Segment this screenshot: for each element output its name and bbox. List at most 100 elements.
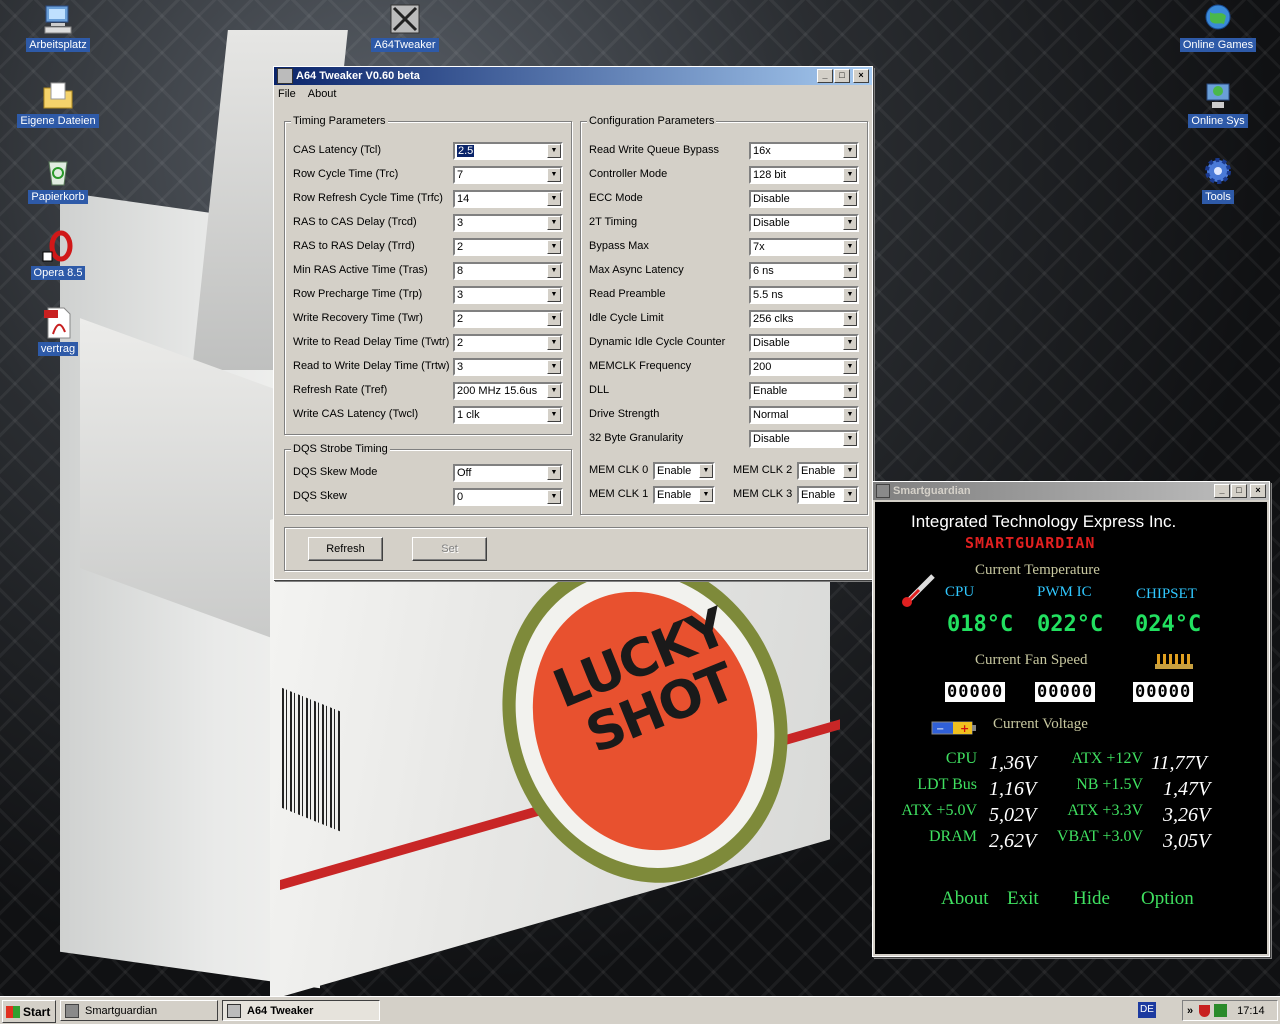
memclk-select[interactable]: Enable ▼ — [653, 462, 715, 480]
chevron-down-icon[interactable]: ▼ — [843, 240, 857, 254]
tray-app-icon[interactable] — [1214, 1004, 1228, 1017]
chevron-down-icon[interactable]: ▼ — [547, 360, 561, 374]
timing-select[interactable]: 2 ▼ — [453, 310, 563, 328]
desktop-icon-online-games[interactable]: Online Games — [1173, 2, 1263, 52]
smartguardian-titlebar[interactable]: Smartguardian _ □ × — [873, 482, 1269, 500]
memclk-select[interactable]: Enable ▼ — [797, 486, 859, 504]
voltage-label: LDT Bus — [917, 776, 977, 793]
chevron-down-icon[interactable]: ▼ — [547, 264, 561, 278]
sg-maximize-button[interactable]: □ — [1231, 484, 1247, 498]
timing-select[interactable]: 2 ▼ — [453, 238, 563, 256]
chevron-down-icon[interactable]: ▼ — [843, 432, 857, 446]
clock[interactable]: 17:14 — [1237, 1005, 1265, 1017]
config-select[interactable]: 128 bit ▼ — [749, 166, 859, 184]
chevron-down-icon[interactable]: ▼ — [843, 144, 857, 158]
chevron-down-icon[interactable]: ▼ — [843, 312, 857, 326]
chevron-down-icon[interactable]: ▼ — [843, 168, 857, 182]
desktop-icon-tools[interactable]: Tools — [1173, 154, 1263, 204]
memclk-select[interactable]: Enable ▼ — [797, 462, 859, 480]
chevron-down-icon[interactable]: ▼ — [699, 464, 713, 478]
desktop-icon-a64tweaker[interactable]: A64Tweaker — [360, 2, 450, 52]
close-button[interactable]: × — [853, 69, 869, 83]
chevron-down-icon[interactable]: ▼ — [547, 466, 561, 480]
chevron-down-icon[interactable]: ▼ — [547, 384, 561, 398]
svg-text:+: + — [960, 722, 969, 735]
chevron-down-icon[interactable]: ▼ — [843, 488, 857, 502]
maximize-button[interactable]: □ — [834, 69, 850, 83]
chevron-down-icon[interactable]: ▼ — [843, 360, 857, 374]
chevron-down-icon[interactable]: ▼ — [843, 336, 857, 350]
config-select[interactable]: Disable ▼ — [749, 334, 859, 352]
chevron-down-icon[interactable]: ▼ — [843, 408, 857, 422]
config-select[interactable]: 6 ns ▼ — [749, 262, 859, 280]
timing-select[interactable]: 2 ▼ — [453, 334, 563, 352]
desktop-icon-online-sys[interactable]: Online Sys — [1173, 78, 1263, 128]
timing-select[interactable]: 3 ▼ — [453, 358, 563, 376]
chevron-down-icon[interactable]: ▼ — [547, 192, 561, 206]
set-button[interactable]: Set — [412, 537, 487, 561]
config-select[interactable]: 200 ▼ — [749, 358, 859, 376]
sg-about-button[interactable]: About — [941, 888, 989, 910]
timing-select[interactable]: 3 ▼ — [453, 214, 563, 232]
combo-value: Enable — [657, 465, 692, 477]
chevron-down-icon[interactable]: ▼ — [699, 488, 713, 502]
chevron-down-icon[interactable]: ▼ — [547, 168, 561, 182]
timing-select[interactable]: 14 ▼ — [453, 190, 563, 208]
chevron-down-icon[interactable]: ▼ — [547, 408, 561, 422]
sg-hide-button[interactable]: Hide — [1073, 888, 1110, 910]
timing-select[interactable]: 7 ▼ — [453, 166, 563, 184]
config-select[interactable]: Enable ▼ — [749, 382, 859, 400]
config-select[interactable]: 256 clks ▼ — [749, 310, 859, 328]
tray-expand-icon[interactable]: » — [1187, 1005, 1193, 1017]
combo-value: 3 — [457, 217, 464, 229]
timing-select[interactable]: 200 MHz 15.6us ▼ — [453, 382, 563, 400]
config-select[interactable]: Normal ▼ — [749, 406, 859, 424]
config-select[interactable]: 7x ▼ — [749, 238, 859, 256]
sg-option-button[interactable]: Option — [1141, 888, 1194, 910]
task-smartguardian[interactable]: Smartguardian — [60, 1000, 218, 1021]
desktop-icon-papierkorb[interactable]: Papierkorb — [13, 154, 103, 204]
menu-file[interactable]: File — [278, 88, 296, 100]
dqs-strobe-group: DQS Strobe Timing DQS Skew Mode Off ▼ DQS S… — [284, 443, 572, 515]
chevron-down-icon[interactable]: ▼ — [547, 312, 561, 326]
timing-select[interactable]: 1 clk ▼ — [453, 406, 563, 424]
desktop-icon-vertrag[interactable]: vertrag — [13, 306, 103, 356]
chevron-down-icon[interactable]: ▼ — [547, 490, 561, 504]
config-select[interactable]: Disable ▼ — [749, 190, 859, 208]
chevron-down-icon[interactable]: ▼ — [843, 264, 857, 278]
minimize-button[interactable]: _ — [817, 69, 833, 83]
sg-minimize-button[interactable]: _ — [1214, 484, 1230, 498]
chevron-down-icon[interactable]: ▼ — [547, 240, 561, 254]
chevron-down-icon[interactable]: ▼ — [843, 288, 857, 302]
memclk-select[interactable]: Enable ▼ — [653, 486, 715, 504]
desktop-icon-eigene-dateien[interactable]: Eigene Dateien — [13, 78, 103, 128]
sg-close-button[interactable]: × — [1250, 484, 1266, 498]
task-a64-tweaker[interactable]: A64 Tweaker — [222, 1000, 380, 1021]
chevron-down-icon[interactable]: ▼ — [547, 336, 561, 350]
shield-icon[interactable] — [1199, 1004, 1211, 1017]
chevron-down-icon[interactable]: ▼ — [547, 216, 561, 230]
timing-select[interactable]: 8 ▼ — [453, 262, 563, 280]
dqs-select[interactable]: 0 ▼ — [453, 488, 563, 506]
config-select[interactable]: 16x ▼ — [749, 142, 859, 160]
timing-select[interactable]: 2.5 ▼ — [453, 142, 563, 160]
chevron-down-icon[interactable]: ▼ — [843, 192, 857, 206]
dqs-select[interactable]: Off ▼ — [453, 464, 563, 482]
config-select[interactable]: Disable ▼ — [749, 214, 859, 232]
chevron-down-icon[interactable]: ▼ — [843, 384, 857, 398]
config-select[interactable]: Disable ▼ — [749, 430, 859, 448]
chevron-down-icon[interactable]: ▼ — [547, 144, 561, 158]
language-indicator[interactable]: DE — [1138, 1002, 1156, 1018]
chevron-down-icon[interactable]: ▼ — [547, 288, 561, 302]
chevron-down-icon[interactable]: ▼ — [843, 216, 857, 230]
desktop-icon-opera[interactable]: Opera 8.5 — [13, 230, 103, 280]
sg-exit-button[interactable]: Exit — [1007, 888, 1039, 910]
start-button[interactable]: Start — [2, 1000, 56, 1023]
desktop-icon-arbeitsplatz[interactable]: Arbeitsplatz — [13, 2, 103, 52]
chevron-down-icon[interactable]: ▼ — [843, 464, 857, 478]
tweaker-titlebar[interactable]: A64 Tweaker V0.60 beta _ □ × — [274, 67, 872, 85]
timing-select[interactable]: 3 ▼ — [453, 286, 563, 304]
config-select[interactable]: 5.5 ns ▼ — [749, 286, 859, 304]
refresh-button[interactable]: Refresh — [308, 537, 383, 561]
menu-about[interactable]: About — [308, 88, 337, 100]
